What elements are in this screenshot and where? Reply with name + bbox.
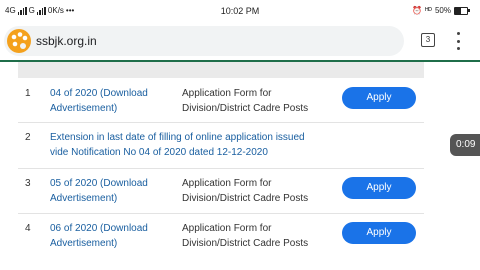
status-bar: 4G G 0K/s ••• 10:02 PM ⏰ ᴴᴰ 50% [0, 0, 480, 22]
description-line-2: Division/District Cadre Posts [182, 238, 309, 249]
notice-line-2[interactable]: vide Notification No 04 of 2020 dated 12… [50, 145, 305, 160]
status-right: ⏰ ᴴᴰ 50% [411, 6, 470, 15]
extension-notice-link[interactable]: Extension in last date of filling of onl… [50, 130, 305, 160]
row-divider [18, 168, 424, 169]
page-content: 1 04 of 2020 (Download Advertisement) Ap… [0, 62, 480, 270]
more-vert-icon[interactable] [455, 32, 461, 50]
apply-button[interactable]: Apply [342, 222, 416, 244]
description-line-2: Division/District Cadre Posts [182, 103, 309, 114]
battery-icon [454, 6, 470, 15]
tab-switcher-icon[interactable]: 3 [421, 33, 435, 47]
row-number: 1 [25, 88, 31, 99]
table-row: 1 04 of 2020 (Download Advertisement) Ap… [18, 84, 424, 124]
video-timer: 0:09 [450, 134, 480, 156]
notification-line-2[interactable]: Advertisement) [50, 236, 148, 251]
battery-percent: 50% [434, 6, 451, 15]
row-divider [18, 213, 424, 214]
battery-fill [455, 7, 461, 14]
table-row: 3 05 of 2020 (Download Advertisement) Ap… [18, 174, 424, 214]
table-header [18, 62, 424, 78]
apply-button[interactable]: Apply [342, 87, 416, 109]
row-divider [18, 122, 424, 123]
palette-icon[interactable] [6, 28, 32, 54]
notification-line-1[interactable]: 06 of 2020 (Download [50, 221, 148, 236]
post-description: Application Form for Division/District C… [182, 176, 308, 206]
notification-link[interactable]: 06 of 2020 (Download Advertisement) [50, 221, 148, 251]
table-row: 2 Extension in last date of filling of o… [18, 128, 424, 166]
table-row: 4 06 of 2020 (Download Advertisement) Ap… [18, 219, 424, 259]
post-description: Application Form for Division/District C… [182, 221, 308, 251]
notice-line-1[interactable]: Extension in last date of filling of onl… [50, 130, 305, 145]
description-line-1: Application Form for [182, 178, 272, 189]
description-line-1: Application Form for [182, 223, 272, 234]
url-text[interactable]: ssbjk.org.in [36, 34, 97, 48]
notification-line-2[interactable]: Advertisement) [50, 101, 148, 116]
apply-button[interactable]: Apply [342, 177, 416, 199]
row-number: 4 [25, 223, 31, 234]
row-number: 2 [25, 132, 31, 143]
notification-line-1[interactable]: 05 of 2020 (Download [50, 176, 148, 191]
alarm-icon: ⏰ [411, 6, 422, 15]
notification-link[interactable]: 04 of 2020 (Download Advertisement) [50, 86, 148, 116]
notification-line-1[interactable]: 04 of 2020 (Download [50, 86, 148, 101]
browser-toolbar: ssbjk.org.in 3 [0, 22, 480, 60]
row-number: 3 [25, 178, 31, 189]
description-line-1: Application Form for [182, 88, 272, 99]
post-description: Application Form for Division/District C… [182, 86, 308, 116]
notification-line-2[interactable]: Advertisement) [50, 191, 148, 206]
status-time: 10:02 PM [220, 6, 260, 16]
phone-screen: 4G G 0K/s ••• 10:02 PM ⏰ ᴴᴰ 50% ssbjk.or… [0, 0, 480, 270]
description-line-2: Division/District Cadre Posts [182, 193, 309, 204]
address-bar[interactable]: ssbjk.org.in [4, 26, 404, 56]
hd-indicator: ᴴᴰ [424, 6, 432, 15]
notification-link[interactable]: 05 of 2020 (Download Advertisement) [50, 176, 148, 206]
